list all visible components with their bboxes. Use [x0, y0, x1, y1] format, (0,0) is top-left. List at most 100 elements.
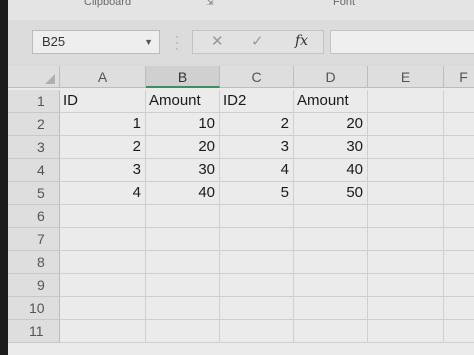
row-header-4[interactable]: 4 [8, 159, 60, 182]
cell-b4[interactable]: 30 [146, 159, 220, 182]
excel-window: Clipboard ⇲ Font B25 ▼ · · · ✕ ✓ fx ABCDEF… [8, 0, 474, 355]
cell-e8[interactable] [368, 251, 444, 274]
cell-b8[interactable] [146, 251, 220, 274]
cell-b2[interactable]: 10 [146, 113, 220, 136]
cell-a3[interactable]: 2 [60, 136, 146, 159]
row-header-5[interactable]: 5 [8, 182, 60, 205]
cell-e6[interactable] [368, 205, 444, 228]
cell-f2[interactable] [444, 113, 474, 136]
formula-bar: B25 ▼ · · · ✕ ✓ fx [8, 20, 474, 64]
cell-b6[interactable] [146, 205, 220, 228]
cell-b3[interactable]: 20 [146, 136, 220, 159]
insert-function-icon[interactable]: fx [295, 33, 308, 49]
row-header-3[interactable]: 3 [8, 136, 60, 159]
cell-d10[interactable] [294, 297, 368, 320]
cell-f3[interactable] [444, 136, 474, 159]
cell-c8[interactable] [220, 251, 294, 274]
cell-b5[interactable]: 40 [146, 182, 220, 205]
row-header-11[interactable]: 11 [8, 320, 60, 343]
cell-e2[interactable] [368, 113, 444, 136]
cell-d11[interactable] [294, 320, 368, 343]
name-box[interactable]: B25 ▼ [32, 30, 160, 54]
cell-b1[interactable]: Amount [146, 90, 220, 113]
cell-c11[interactable] [220, 320, 294, 343]
cell-c7[interactable] [220, 228, 294, 251]
row-header-1[interactable]: 1 [8, 90, 60, 113]
cell-c9[interactable] [220, 274, 294, 297]
cell-e1[interactable] [368, 90, 444, 113]
cell-b9[interactable] [146, 274, 220, 297]
cell-f7[interactable] [444, 228, 474, 251]
formula-input[interactable] [330, 30, 474, 54]
cell-f11[interactable] [444, 320, 474, 343]
cell-c1[interactable]: ID2 [220, 90, 294, 113]
cell-d1[interactable]: Amount [294, 90, 368, 113]
cell-a6[interactable] [60, 205, 146, 228]
cell-d6[interactable] [294, 205, 368, 228]
cell-f1[interactable] [444, 90, 474, 113]
row-header-6[interactable]: 6 [8, 205, 60, 228]
cell-f8[interactable] [444, 251, 474, 274]
cell-a2[interactable]: 1 [60, 113, 146, 136]
cell-f9[interactable] [444, 274, 474, 297]
column-header-b[interactable]: B [146, 66, 220, 88]
select-all-button[interactable] [8, 66, 60, 88]
cell-b11[interactable] [146, 320, 220, 343]
cell-e10[interactable] [368, 297, 444, 320]
row-header-9[interactable]: 9 [8, 274, 60, 297]
cell-a1[interactable]: ID [60, 90, 146, 113]
cell-c6[interactable] [220, 205, 294, 228]
cell-d8[interactable] [294, 251, 368, 274]
cell-c5[interactable]: 5 [220, 182, 294, 205]
cell-f4[interactable] [444, 159, 474, 182]
ribbon-group-font[interactable]: Font [333, 0, 355, 8]
cell-d9[interactable] [294, 274, 368, 297]
cell-e3[interactable] [368, 136, 444, 159]
cell-d2[interactable]: 20 [294, 113, 368, 136]
column-header-e[interactable]: E [368, 66, 444, 88]
formula-buttons: ✕ ✓ fx [192, 30, 324, 54]
ribbon-group-clipboard[interactable]: Clipboard [84, 0, 131, 8]
cell-d4[interactable]: 40 [294, 159, 368, 182]
spreadsheet-grid[interactable]: A B C D E F 1 ID Amount ID2 Amount 2 1 10 2 20 3 2 20 3 30 4 3… [8, 66, 474, 355]
cell-b7[interactable] [146, 228, 220, 251]
cell-f5[interactable] [444, 182, 474, 205]
cell-a9[interactable] [60, 274, 146, 297]
row-header-2[interactable]: 2 [8, 113, 60, 136]
cell-a10[interactable] [60, 297, 146, 320]
cell-d3[interactable]: 30 [294, 136, 368, 159]
row-header-10[interactable]: 10 [8, 297, 60, 320]
cell-c10[interactable] [220, 297, 294, 320]
cell-a11[interactable] [60, 320, 146, 343]
row-header-8[interactable]: 8 [8, 251, 60, 274]
cell-a5[interactable]: 4 [60, 182, 146, 205]
cell-e7[interactable] [368, 228, 444, 251]
column-header-f[interactable]: F [444, 66, 474, 88]
cell-d7[interactable] [294, 228, 368, 251]
cell-c2[interactable]: 2 [220, 113, 294, 136]
row-header-7[interactable]: 7 [8, 228, 60, 251]
cell-c4[interactable]: 4 [220, 159, 294, 182]
cancel-icon[interactable]: ✕ [211, 32, 224, 50]
cell-a4[interactable]: 3 [60, 159, 146, 182]
cell-c3[interactable]: 3 [220, 136, 294, 159]
column-header-c[interactable]: C [220, 66, 294, 88]
ribbon: Clipboard ⇲ Font [8, 0, 474, 21]
cell-d5[interactable]: 50 [294, 182, 368, 205]
cell-b10[interactable] [146, 297, 220, 320]
enter-icon[interactable]: ✓ [251, 32, 264, 50]
cell-e5[interactable] [368, 182, 444, 205]
chevron-down-icon[interactable]: ▼ [144, 31, 153, 53]
formula-bar-splitter[interactable]: · · · [175, 30, 179, 54]
cell-e9[interactable] [368, 274, 444, 297]
column-header-d[interactable]: D [294, 66, 368, 88]
cell-a8[interactable] [60, 251, 146, 274]
cell-a7[interactable] [60, 228, 146, 251]
column-header-a[interactable]: A [60, 66, 146, 88]
cell-f10[interactable] [444, 297, 474, 320]
cell-e4[interactable] [368, 159, 444, 182]
cell-e11[interactable] [368, 320, 444, 343]
cell-f6[interactable] [444, 205, 474, 228]
clipboard-launcher-icon[interactable]: ⇲ [206, 0, 214, 8]
select-all-icon [45, 74, 55, 84]
